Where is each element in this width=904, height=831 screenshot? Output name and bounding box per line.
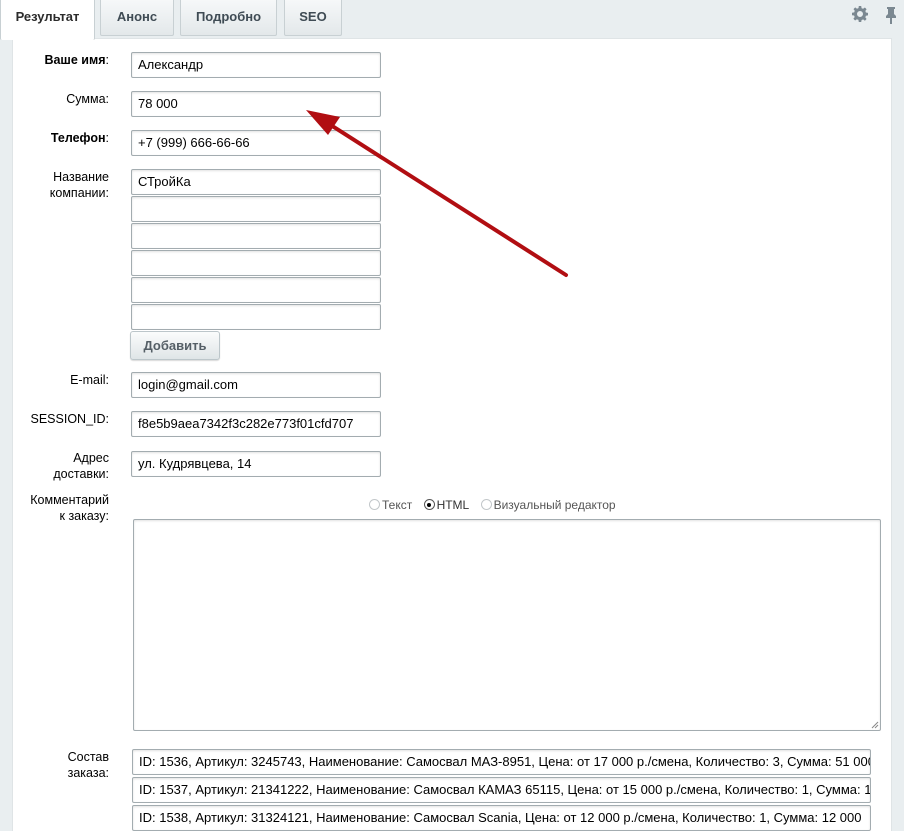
tab-announce[interactable]: Анонс bbox=[100, 0, 174, 36]
comment-label: Комментарий к заказу: bbox=[30, 493, 109, 523]
mode-text-radio[interactable]: Текст bbox=[369, 498, 412, 512]
email-input[interactable]: login@gmail.com bbox=[131, 372, 381, 398]
order-label: Состав заказа: bbox=[67, 750, 109, 780]
tab-result[interactable]: Результат bbox=[0, 0, 95, 40]
name-label: Ваше имя: bbox=[44, 53, 109, 67]
resize-handle-icon[interactable] bbox=[869, 719, 879, 729]
tab-bar: Результат Анонс Подробно SEO bbox=[0, 0, 904, 40]
name-input[interactable]: Александр bbox=[131, 52, 381, 78]
company-input[interactable] bbox=[131, 277, 381, 303]
phone-label: Телефон: bbox=[50, 131, 109, 145]
session-id-label: SESSION_ID: bbox=[30, 412, 110, 426]
address-label: Адрес доставки: bbox=[53, 451, 109, 481]
mode-html-radio[interactable]: HTML bbox=[423, 498, 469, 512]
tab-seo[interactable]: SEO bbox=[284, 0, 342, 36]
form-panel: Ваше имя: Александр Сумма: 78 000 Телефо… bbox=[12, 38, 892, 831]
tab-details[interactable]: Подробно bbox=[180, 0, 277, 36]
phone-input[interactable]: +7 (999) 666-66-66 bbox=[131, 130, 381, 156]
gear-icon[interactable] bbox=[850, 6, 870, 28]
mode-visual-radio[interactable]: Визуальный редактор bbox=[480, 498, 616, 512]
comment-textarea[interactable] bbox=[133, 519, 881, 731]
session-id-input[interactable]: f8e5b9aea7342f3c282e773f01cfd707 bbox=[131, 411, 381, 437]
company-input[interactable] bbox=[131, 223, 381, 249]
sum-input[interactable]: 78 000 bbox=[131, 91, 381, 117]
editor-mode-switch: Текст HTML Визуальный редактор bbox=[369, 498, 624, 512]
company-input[interactable] bbox=[131, 196, 381, 222]
company-input[interactable] bbox=[131, 250, 381, 276]
pin-icon[interactable] bbox=[881, 6, 901, 30]
order-row-input[interactable]: ID: 1536, Артикул: 3245743, Наименование… bbox=[132, 749, 871, 775]
company-input[interactable]: СТройКа bbox=[131, 169, 381, 195]
address-input[interactable]: ул. Кудрявцева, 14 bbox=[131, 451, 381, 477]
order-row-input[interactable]: ID: 1538, Артикул: 31324121, Наименовани… bbox=[132, 805, 871, 831]
radio-icon bbox=[480, 499, 492, 510]
radio-icon bbox=[369, 499, 380, 510]
order-row-input[interactable]: ID: 1537, Артикул: 21341222, Наименовани… bbox=[132, 777, 871, 803]
company-label: Название компании: bbox=[49, 170, 109, 200]
company-input[interactable] bbox=[131, 304, 381, 330]
email-label: E-mail: bbox=[70, 373, 109, 387]
add-company-button[interactable]: Добавить bbox=[130, 331, 220, 360]
sum-label: Сумма: bbox=[66, 92, 109, 106]
radio-checked-icon bbox=[423, 499, 435, 510]
